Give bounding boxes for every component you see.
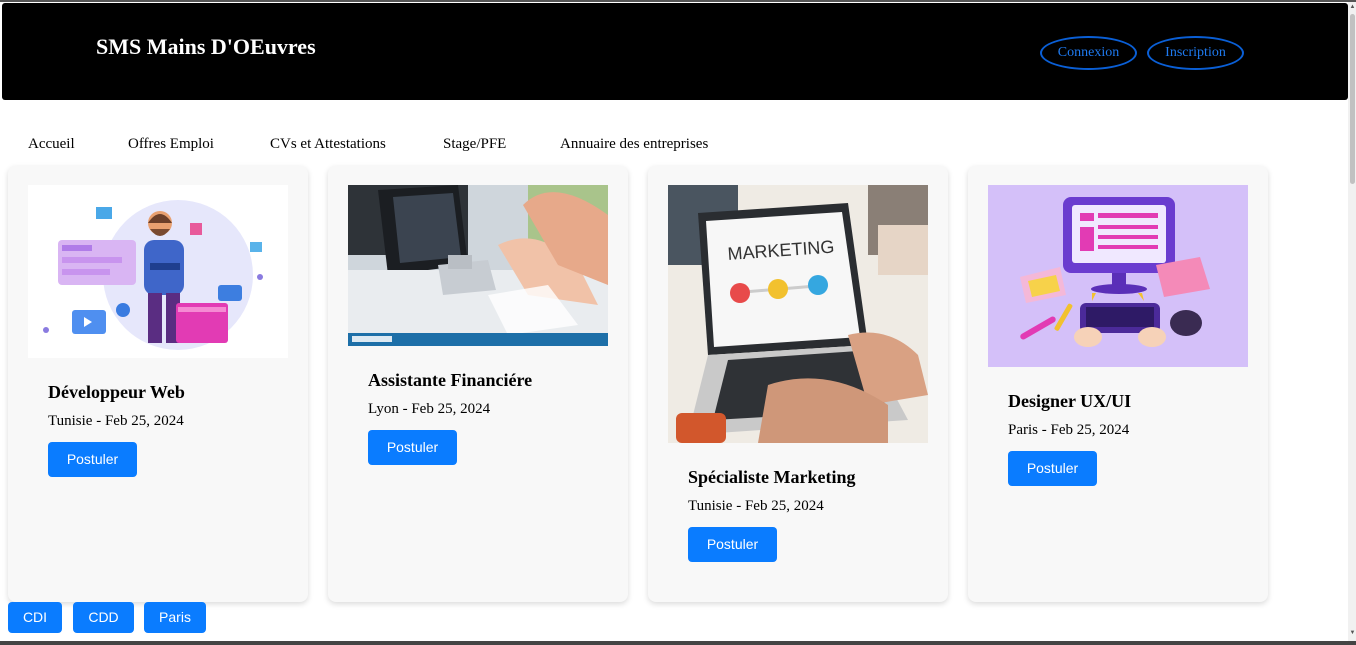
apply-button[interactable]: Postuler: [1008, 451, 1097, 486]
window-bottom-border: [0, 641, 1356, 645]
job-title[interactable]: Développeur Web: [48, 382, 185, 403]
developer-illustration: [28, 185, 288, 358]
job-card: Assistante Financiére Lyon - Feb 25, 202…: [328, 166, 628, 602]
filter-paris-button[interactable]: Paris: [144, 602, 206, 633]
site-header: SMS Mains D'OEuvres Connexion Inscriptio…: [2, 3, 1348, 100]
scroll-up-icon[interactable]: ▲: [1349, 3, 1356, 11]
job-card: Développeur Web Tunisie - Feb 25, 2024 P…: [8, 166, 308, 602]
page: SMS Mains D'OEuvres Connexion Inscriptio…: [0, 0, 1356, 645]
marketing-photo: MARKETING: [668, 185, 928, 443]
job-card: MARKETING Spécialiste Marketing Tunisie …: [648, 166, 948, 602]
job-title[interactable]: Designer UX/UI: [1008, 391, 1131, 412]
nav-link-accueil[interactable]: Accueil: [28, 136, 75, 153]
designer-illustration: [988, 185, 1248, 367]
nav-link-cvs-attestations[interactable]: CVs et Attestations: [270, 136, 386, 153]
window-top-border: [0, 0, 1356, 2]
apply-button[interactable]: Postuler: [48, 442, 137, 477]
nav-link-annuaire[interactable]: Annuaire des entreprises: [560, 136, 708, 153]
login-button[interactable]: Connexion: [1040, 36, 1137, 70]
job-meta: Lyon - Feb 25, 2024: [368, 401, 491, 417]
job-card: Designer UX/UI Paris - Feb 25, 2024 Post…: [968, 166, 1268, 602]
job-meta: Tunisie - Feb 25, 2024: [48, 413, 184, 429]
job-title[interactable]: Spécialiste Marketing: [688, 467, 855, 488]
site-brand[interactable]: SMS Mains D'OEuvres: [96, 34, 316, 60]
signup-button[interactable]: Inscription: [1147, 36, 1244, 70]
scroll-down-icon[interactable]: ▼: [1349, 629, 1356, 637]
apply-button[interactable]: Postuler: [368, 430, 457, 465]
filter-cdd-button[interactable]: CDD: [73, 602, 134, 633]
scrollbar-thumb[interactable]: [1350, 14, 1355, 184]
nav-link-stage-pfe[interactable]: Stage/PFE: [443, 136, 506, 153]
filter-cdi-button[interactable]: CDI: [8, 602, 62, 633]
finance-photo: [348, 185, 608, 346]
job-meta: Paris - Feb 25, 2024: [1008, 422, 1130, 438]
job-title[interactable]: Assistante Financiére: [368, 370, 532, 391]
apply-button[interactable]: Postuler: [688, 527, 777, 562]
job-meta: Tunisie - Feb 25, 2024: [688, 498, 824, 514]
nav-link-offres-emploi[interactable]: Offres Emploi: [128, 136, 214, 153]
